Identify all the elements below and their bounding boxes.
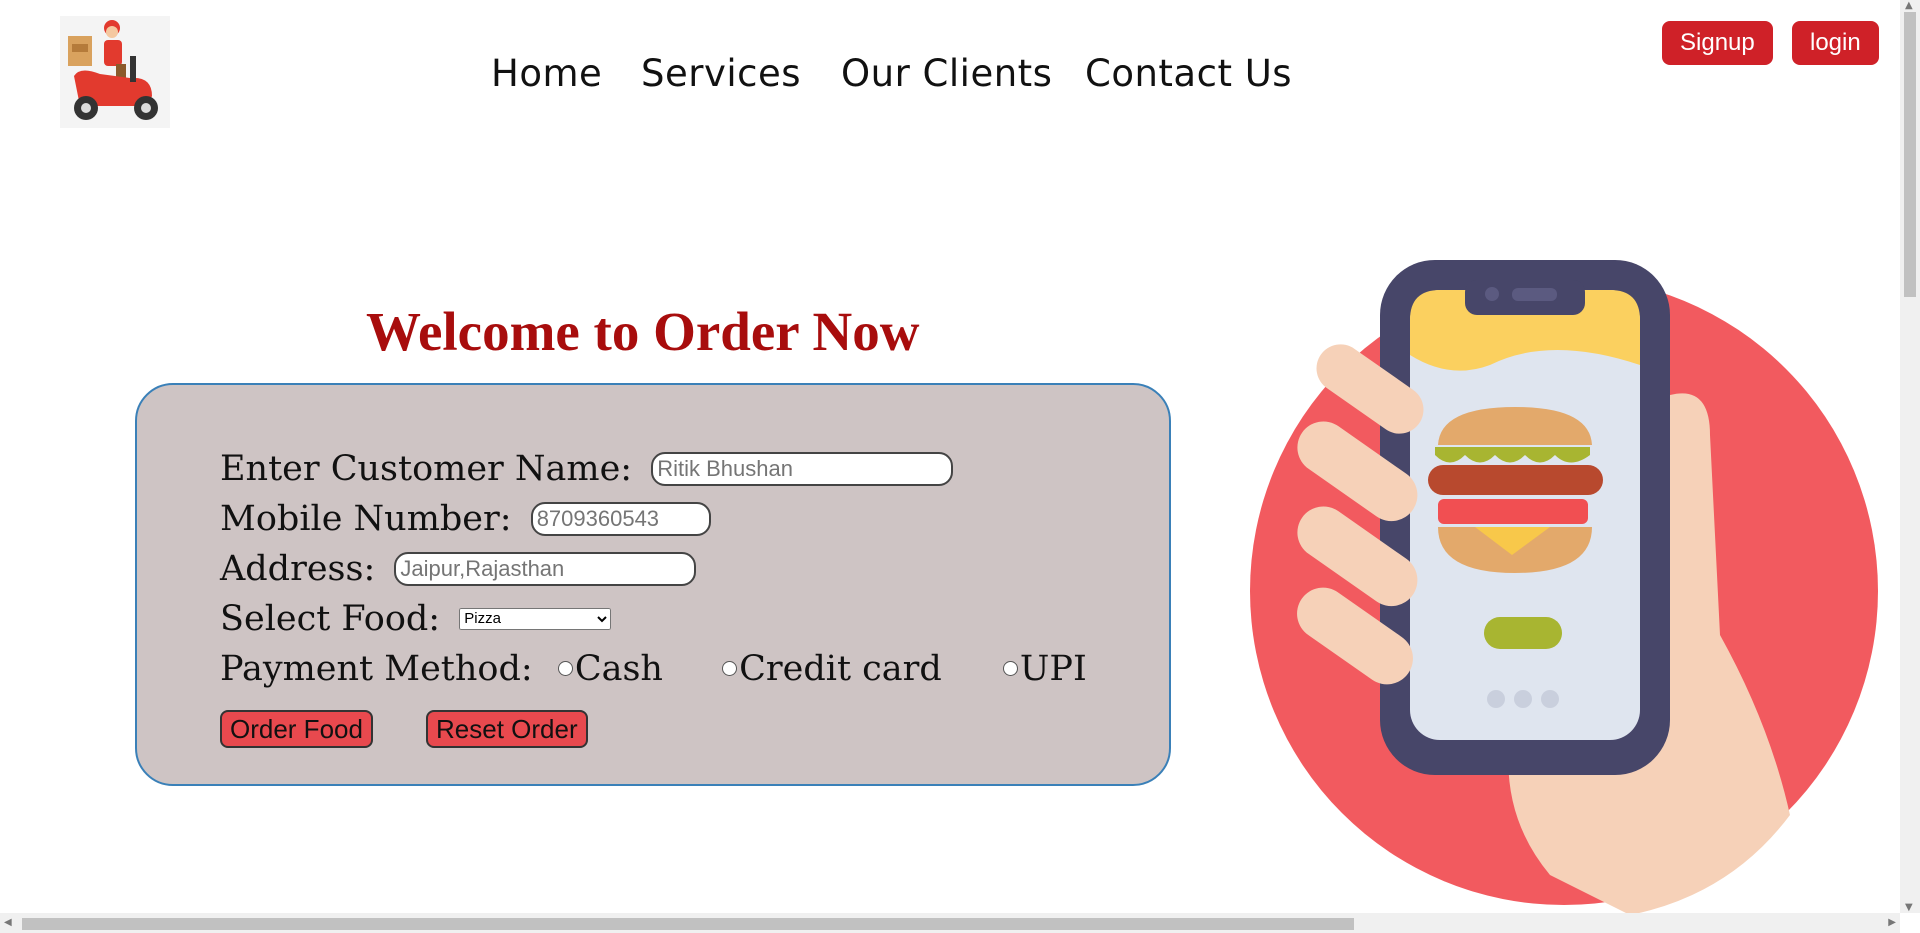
payment-credit-card-radio[interactable]: [722, 661, 738, 676]
main-nav: Home Services Our Clients Contact Us: [0, 52, 1920, 102]
nav-home-link[interactable]: Home: [491, 52, 602, 95]
order-food-button[interactable]: Order Food: [220, 710, 373, 748]
scroll-up-arrow-icon[interactable]: ▲: [1905, 0, 1913, 11]
payment-label: Payment Method:: [220, 648, 533, 689]
nav-our-clients-link[interactable]: Our Clients: [841, 52, 1052, 95]
nav-services-link[interactable]: Services: [641, 52, 801, 95]
mobile-row: Mobile Number:: [220, 497, 711, 539]
payment-cash-label: Cash: [574, 648, 663, 689]
address-input[interactable]: [394, 551, 697, 586]
reset-order-button[interactable]: Reset Order: [426, 710, 588, 748]
name-label: Enter Customer Name:: [220, 448, 633, 489]
address-row: Address:: [220, 547, 697, 589]
customer-name-input[interactable]: [651, 451, 954, 486]
scroll-right-arrow-icon[interactable]: ▶: [1888, 917, 1896, 928]
payment-upi-label: UPI: [1019, 648, 1087, 689]
food-select[interactable]: Pizza: [459, 607, 612, 630]
name-row: Enter Customer Name:: [220, 447, 954, 489]
horizontal-scrollbar[interactable]: ◀ ▶: [0, 913, 1900, 933]
signup-button[interactable]: Signup: [1662, 21, 1773, 65]
payment-credit-card-label: Credit card: [739, 648, 942, 689]
payment-cash-radio[interactable]: [557, 661, 573, 676]
food-row: Select Food: Pizza: [220, 597, 612, 639]
mobile-number-input[interactable]: [530, 501, 711, 536]
mobile-label: Mobile Number:: [220, 498, 512, 539]
order-form: Enter Customer Name: Mobile Number: Addr…: [135, 383, 1171, 786]
page-title: Welcome to Order Now: [366, 301, 920, 362]
address-label: Address:: [220, 548, 376, 589]
scroll-down-arrow-icon[interactable]: ▼: [1905, 902, 1913, 913]
nav-contact-us-link[interactable]: Contact Us: [1085, 52, 1292, 95]
vertical-scroll-thumb[interactable]: [1904, 12, 1916, 297]
vertical-scrollbar[interactable]: ▲ ▼: [1900, 0, 1920, 913]
login-button[interactable]: login: [1792, 21, 1879, 65]
scroll-left-arrow-icon[interactable]: ◀: [4, 917, 12, 928]
phone-burger-illustration: [1250, 255, 1890, 915]
payment-upi-radio[interactable]: [1002, 661, 1018, 676]
food-label: Select Food:: [220, 598, 441, 639]
burger-icon: [1428, 407, 1603, 573]
horizontal-scroll-thumb[interactable]: [22, 918, 1354, 930]
payment-row: Payment Method: Cash Credit card UPI: [220, 647, 1087, 689]
